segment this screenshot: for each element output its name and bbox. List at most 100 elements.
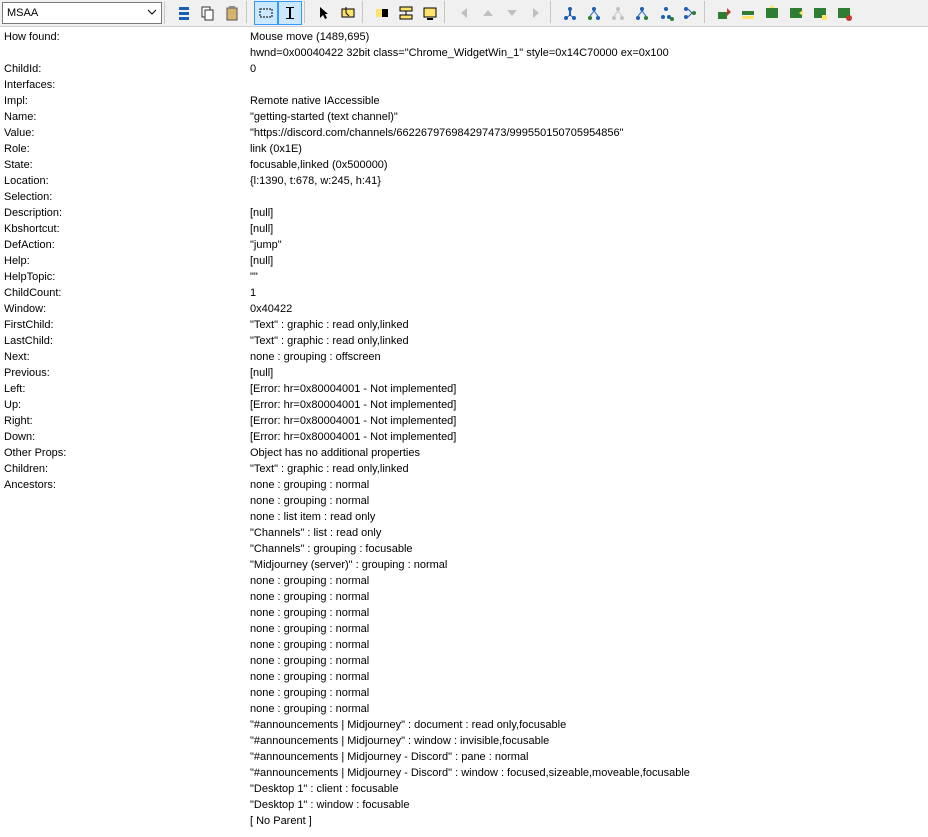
mode-dropdown[interactable]: MSAA	[2, 2, 162, 24]
property-value: "Text" : graphic : read only,linked	[250, 333, 924, 349]
property-row: Ancestors:none : grouping : normal	[4, 477, 924, 493]
property-value: "Text" : graphic : read only,linked	[250, 317, 924, 333]
property-row: HelpTopic:""	[4, 269, 924, 285]
property-label: Children:	[4, 461, 250, 477]
property-row: Interfaces:	[4, 77, 924, 93]
property-label: FirstChild:	[4, 317, 250, 333]
property-row: Name:"getting-started (text channel)"	[4, 109, 924, 125]
ancestor-value: "#announcements | Midjourney - Discord" …	[4, 765, 924, 781]
property-row: LastChild:"Text" : graphic : read only,l…	[4, 333, 924, 349]
focus-rect-icon[interactable]	[336, 1, 360, 25]
next-sibling-icon[interactable]	[630, 1, 654, 25]
rect-icon[interactable]	[254, 1, 278, 25]
nav-right-icon	[524, 1, 548, 25]
property-label: Other Props:	[4, 445, 250, 461]
property-label: Ancestors:	[4, 477, 250, 493]
parent-icon[interactable]	[558, 1, 582, 25]
paste-icon[interactable]	[220, 1, 244, 25]
property-row: FirstChild:"Text" : graphic : read only,…	[4, 317, 924, 333]
property-row: hwnd=0x00040422 32bit class="Chrome_Widg…	[4, 45, 924, 61]
action4-icon[interactable]	[784, 1, 808, 25]
ancestor-value: [ No Parent ]	[4, 813, 924, 829]
collapse-icon[interactable]	[394, 1, 418, 25]
property-label: Up:	[4, 397, 250, 413]
ancestor-value: none : list item : read only	[4, 509, 924, 525]
property-value: {l:1390, t:678, w:245, h:41}	[250, 173, 924, 189]
property-row: Location:{l:1390, t:678, w:245, h:41}	[4, 173, 924, 189]
property-value: "jump"	[250, 237, 924, 253]
property-value: "Text" : graphic : read only,linked	[250, 461, 924, 477]
ancestor-value: "#announcements | Midjourney" : document…	[4, 717, 924, 733]
ancestor-value: none : grouping : normal	[4, 589, 924, 605]
action6-icon[interactable]	[832, 1, 856, 25]
property-row: Selection:	[4, 189, 924, 205]
property-value: "getting-started (text channel)"	[250, 109, 924, 125]
action2-icon[interactable]	[736, 1, 760, 25]
action3-icon[interactable]	[760, 1, 784, 25]
separator	[164, 2, 170, 24]
property-value: [null]	[250, 221, 924, 237]
property-row: Role:link (0x1E)	[4, 141, 924, 157]
property-row: Other Props:Object has no additional pro…	[4, 445, 924, 461]
chevron-down-icon	[145, 5, 159, 20]
property-label: Impl:	[4, 93, 250, 109]
property-label: DefAction:	[4, 237, 250, 253]
property-label: ChildId:	[4, 61, 250, 77]
pointer-icon[interactable]	[312, 1, 336, 25]
ancestor-value: "Channels" : grouping : focusable	[4, 541, 924, 557]
ancestor-value: "#announcements | Midjourney - Discord" …	[4, 749, 924, 765]
separator	[246, 1, 252, 23]
ancestor-value: none : grouping : normal	[4, 637, 924, 653]
property-label: Role:	[4, 141, 250, 157]
property-label: Previous:	[4, 365, 250, 381]
ancestor-value: none : grouping : normal	[4, 685, 924, 701]
property-row: Next:none : grouping : offscreen	[4, 349, 924, 365]
ancestor-value: none : grouping : normal	[4, 605, 924, 621]
contrast-icon[interactable]	[370, 1, 394, 25]
toolbar: MSAA	[0, 0, 928, 27]
tree-icon[interactable]	[172, 1, 196, 25]
ancestor-value: "#announcements | Midjourney" : window :…	[4, 733, 924, 749]
property-value: [Error: hr=0x80004001 - Not implemented]	[250, 381, 924, 397]
property-value: [null]	[250, 365, 924, 381]
action5-icon[interactable]	[808, 1, 832, 25]
tree-alt-icon[interactable]	[678, 1, 702, 25]
property-label: Name:	[4, 109, 250, 125]
property-row: Value:"https://discord.com/channels/6622…	[4, 125, 924, 141]
property-value: "https://discord.com/channels/6622679769…	[250, 125, 924, 141]
property-label: Window:	[4, 301, 250, 317]
properties-panel: How found:Mouse move (1489,695)hwnd=0x00…	[0, 27, 928, 835]
last-child-icon[interactable]	[654, 1, 678, 25]
property-row: How found:Mouse move (1489,695)	[4, 29, 924, 45]
property-label: Description:	[4, 205, 250, 221]
ancestor-value: "Desktop 1" : window : focusable	[4, 797, 924, 813]
property-value: Remote native IAccessible	[250, 93, 924, 109]
property-value: [null]	[250, 253, 924, 269]
property-row: Left:[Error: hr=0x80004001 - Not impleme…	[4, 381, 924, 397]
nav-up-icon	[476, 1, 500, 25]
property-value: link (0x1E)	[250, 141, 924, 157]
separator	[304, 1, 310, 23]
ancestor-value: none : grouping : normal	[4, 653, 924, 669]
copy-icon[interactable]	[196, 1, 220, 25]
property-value: hwnd=0x00040422 32bit class="Chrome_Widg…	[250, 45, 924, 61]
caret-icon[interactable]	[278, 1, 302, 25]
nav-left-icon	[452, 1, 476, 25]
action1-icon[interactable]	[712, 1, 736, 25]
property-value: 0x40422	[250, 301, 924, 317]
first-child-icon[interactable]	[582, 1, 606, 25]
desktop-icon[interactable]	[418, 1, 442, 25]
property-row: ChildCount:1	[4, 285, 924, 301]
property-label: ChildCount:	[4, 285, 250, 301]
property-value: [null]	[250, 205, 924, 221]
property-label: State:	[4, 157, 250, 173]
property-row: Down:[Error: hr=0x80004001 - Not impleme…	[4, 429, 924, 445]
property-row: Up:[Error: hr=0x80004001 - Not implement…	[4, 397, 924, 413]
ancestor-value: none : grouping : normal	[4, 701, 924, 717]
property-value: Mouse move (1489,695)	[250, 29, 924, 45]
property-label: Down:	[4, 429, 250, 445]
property-row: Kbshortcut:[null]	[4, 221, 924, 237]
property-row: Description:[null]	[4, 205, 924, 221]
property-value: [Error: hr=0x80004001 - Not implemented]	[250, 413, 924, 429]
property-value: 1	[250, 285, 924, 301]
